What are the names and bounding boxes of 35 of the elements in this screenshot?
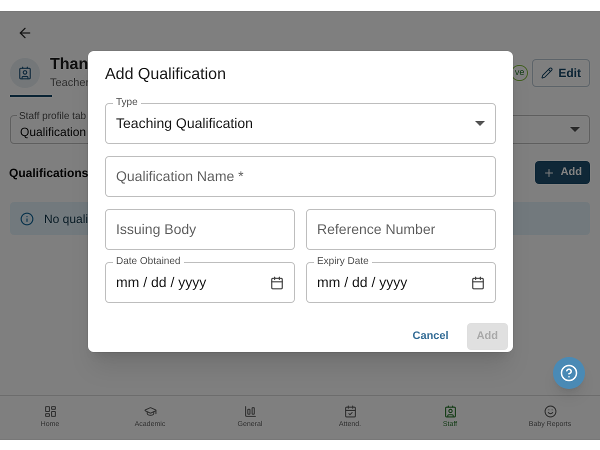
calendar-icon (270, 276, 284, 290)
edit-button[interactable]: Edit (532, 59, 590, 87)
input-field[interactable]: Issuing Body (105, 209, 295, 250)
dialog-button[interactable]: Cancel (402, 323, 459, 350)
badge-icon (444, 405, 456, 418)
tab-indicator (10, 95, 52, 97)
alert-text: No quali (44, 210, 88, 228)
pencil-icon (541, 67, 554, 79)
graduation-cap-icon (144, 405, 156, 418)
calendar-icon (471, 276, 485, 290)
date-label: Expiry Date (314, 255, 372, 268)
input-field[interactable]: Reference Number (306, 209, 496, 250)
select-label: Staff profile tab (17, 109, 88, 124)
staff-role: Teacher (50, 76, 90, 91)
smile-icon (544, 405, 556, 418)
section-title: Qualifications (9, 164, 88, 182)
bar-chart-icon (244, 405, 256, 418)
help-icon (560, 364, 578, 382)
calendar-check-icon (344, 405, 356, 418)
select-value: Teaching Qualification (116, 114, 253, 133)
date-value: mm / dd / yyyy (317, 273, 408, 292)
staff-name: Than (50, 54, 90, 75)
caret-icon (570, 127, 580, 132)
badge-icon (18, 66, 32, 80)
date-value: mm / dd / yyyy (116, 273, 206, 292)
input-field[interactable]: Qualification Name * (105, 156, 496, 197)
dialog-title: Add Qualification (105, 65, 227, 85)
back-icon[interactable] (17, 25, 33, 41)
select-value: Qualification (20, 124, 86, 140)
plus-icon (542, 166, 555, 178)
info-icon (20, 212, 34, 226)
add-button[interactable]: Add (534, 161, 590, 184)
select-label: Type (113, 96, 141, 109)
caret-icon (475, 121, 485, 126)
dashboard-icon (44, 405, 56, 418)
